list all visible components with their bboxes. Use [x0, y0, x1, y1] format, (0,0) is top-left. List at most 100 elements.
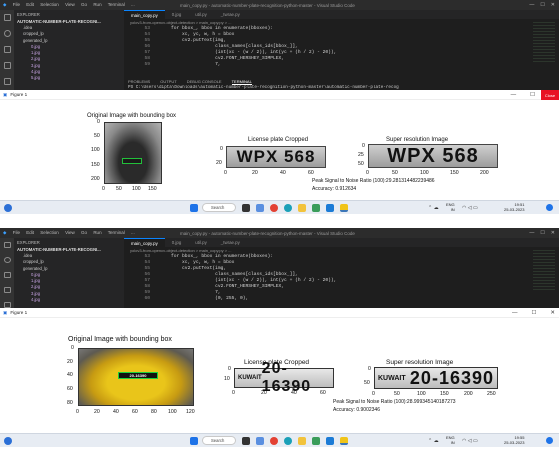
- menu-file[interactable]: File: [13, 2, 20, 7]
- menu-go[interactable]: Go: [81, 230, 87, 235]
- start-icon[interactable]: [190, 437, 198, 445]
- menu-edit[interactable]: Edit: [26, 2, 34, 7]
- menu-selection[interactable]: Selection: [40, 230, 59, 235]
- widgets-icon[interactable]: [256, 437, 264, 445]
- run-debug-icon[interactable]: [3, 62, 11, 69]
- tray-icons[interactable]: ⌃ ☁: [428, 438, 439, 444]
- tab-0-jpg[interactable]: 0.jpg: [165, 238, 189, 247]
- minimize-icon[interactable]: —: [511, 92, 517, 98]
- menu-go[interactable]: Go: [81, 2, 87, 7]
- taskbar-search[interactable]: Search: [202, 436, 236, 445]
- minimap[interactable]: [533, 250, 555, 290]
- activity-bar: [0, 10, 14, 90]
- close-icon[interactable]: ✕: [551, 230, 555, 236]
- tab-main-copy[interactable]: main_copy.py: [124, 10, 165, 19]
- close-icon[interactable]: ✕: [551, 2, 555, 8]
- source-control-icon[interactable]: [3, 46, 11, 53]
- clock[interactable]: 19:55 25-03-2023: [504, 435, 524, 446]
- breadcrumb[interactable]: yolov3-from-opencv-object-detection > ma…: [124, 247, 559, 254]
- plate-label: KUWAIT: [238, 375, 262, 381]
- tab-util[interactable]: util.py: [188, 238, 213, 247]
- tab-twrae[interactable]: _twrae.py: [214, 238, 247, 247]
- menu-more[interactable]: ...: [131, 230, 135, 235]
- tab-util[interactable]: util.py: [188, 10, 213, 19]
- file-explorer-icon[interactable]: [298, 437, 306, 445]
- extensions-icon[interactable]: [3, 78, 11, 85]
- vscode-icon[interactable]: [326, 437, 334, 445]
- app-icon[interactable]: [312, 437, 320, 445]
- task-view-icon[interactable]: [242, 204, 250, 212]
- menu-view[interactable]: View: [65, 230, 75, 235]
- wifi-volume-battery-icon[interactable]: ◠ ◁ ▭: [462, 438, 478, 444]
- tab-twrae[interactable]: _twrae.py: [214, 10, 247, 19]
- task-view-icon[interactable]: [242, 437, 250, 445]
- vscode-icon[interactable]: [326, 204, 334, 212]
- python-icon[interactable]: [340, 437, 348, 445]
- weather-icon[interactable]: [4, 437, 12, 445]
- minimize-icon[interactable]: —: [529, 230, 534, 236]
- x-tick: 100: [168, 409, 177, 415]
- menu-more[interactable]: ...: [131, 2, 135, 7]
- y-tick: 60: [67, 386, 73, 392]
- maximize-icon[interactable]: ☐: [540, 230, 544, 236]
- project-folder[interactable]: AUTOMATIC-NUMBER-PLATE-RECOGNI...: [17, 19, 121, 24]
- menu-run[interactable]: Run: [93, 230, 101, 235]
- run-debug-icon[interactable]: [3, 287, 11, 293]
- tree-item[interactable]: 4.jpg: [17, 297, 121, 303]
- tab-main-copy[interactable]: main_copy.py: [124, 238, 165, 247]
- minimap[interactable]: [533, 22, 555, 62]
- clock[interactable]: 19:51 25-03-2023: [504, 202, 524, 213]
- menu-edit[interactable]: Edit: [26, 230, 34, 235]
- x-tick: 40: [280, 170, 286, 176]
- widgets-icon[interactable]: [256, 204, 264, 212]
- explorer-icon[interactable]: [3, 14, 11, 21]
- notification-icon[interactable]: [546, 204, 553, 211]
- python-icon[interactable]: [340, 204, 348, 212]
- weather-icon[interactable]: [4, 204, 12, 212]
- figure-close-button[interactable]: Close: [541, 90, 559, 100]
- tray-language[interactable]: ENG IN: [446, 435, 455, 446]
- y-tick: 0: [228, 366, 231, 372]
- start-icon[interactable]: [190, 204, 198, 212]
- menu-terminal[interactable]: Terminal: [108, 230, 125, 235]
- editor-tabs: main_copy.py 0.jpg util.py _twrae.py: [124, 238, 559, 247]
- code-editor[interactable]: 53 for bbox_, bbox in enumerate(bboxes):…: [124, 26, 559, 68]
- minimize-icon[interactable]: —: [529, 2, 534, 8]
- tray-language[interactable]: ENG IN: [446, 202, 455, 213]
- app-icon[interactable]: [312, 204, 320, 212]
- chrome-icon[interactable]: [270, 204, 278, 212]
- editor-tabs: main_copy.py 0.jpg util.py _twrae.py: [124, 10, 559, 19]
- wifi-volume-battery-icon[interactable]: ◠ ◁ ▭: [462, 205, 478, 211]
- edge-icon[interactable]: [284, 437, 292, 445]
- breadcrumb[interactable]: yolov3-from-opencv-object-detection > ma…: [124, 19, 559, 26]
- notification-icon[interactable]: [546, 437, 553, 444]
- maximize-icon[interactable]: ☐: [531, 310, 536, 316]
- code-editor[interactable]: 53 for bbox_, bbox in enumerate(bboxes):…: [124, 254, 559, 302]
- menu-terminal[interactable]: Terminal: [108, 2, 125, 7]
- maximize-icon[interactable]: ☐: [530, 92, 535, 98]
- minimize-icon[interactable]: —: [512, 310, 518, 316]
- file-explorer-icon[interactable]: [298, 204, 306, 212]
- tab-0-jpg[interactable]: 0.jpg: [165, 10, 189, 19]
- search-icon[interactable]: [3, 257, 11, 263]
- edge-icon[interactable]: [284, 204, 292, 212]
- tray-icons[interactable]: ⌃ ☁: [428, 205, 439, 211]
- maximize-icon[interactable]: ☐: [540, 2, 544, 8]
- menu-view[interactable]: View: [65, 2, 75, 7]
- menu-selection[interactable]: Selection: [40, 2, 59, 7]
- source-control-icon[interactable]: [3, 272, 11, 278]
- tree-item[interactable]: 5.jpg: [17, 75, 121, 81]
- menu-run[interactable]: Run: [93, 2, 101, 7]
- image-axes: [104, 122, 162, 184]
- x-tick: 50: [116, 186, 122, 192]
- close-icon[interactable]: ✕: [550, 310, 555, 316]
- x-tick: 50: [392, 170, 398, 176]
- taskbar-search[interactable]: Search: [202, 203, 236, 212]
- search-icon[interactable]: [3, 30, 11, 37]
- project-folder[interactable]: AUTOMATIC-NUMBER-PLATE-RECOGNI...: [17, 247, 121, 252]
- menu-file[interactable]: File: [13, 230, 20, 235]
- y-tick: 25: [358, 152, 364, 158]
- chrome-icon[interactable]: [270, 437, 278, 445]
- explorer-icon[interactable]: [3, 242, 11, 248]
- figure-title: Figure 1: [10, 92, 28, 97]
